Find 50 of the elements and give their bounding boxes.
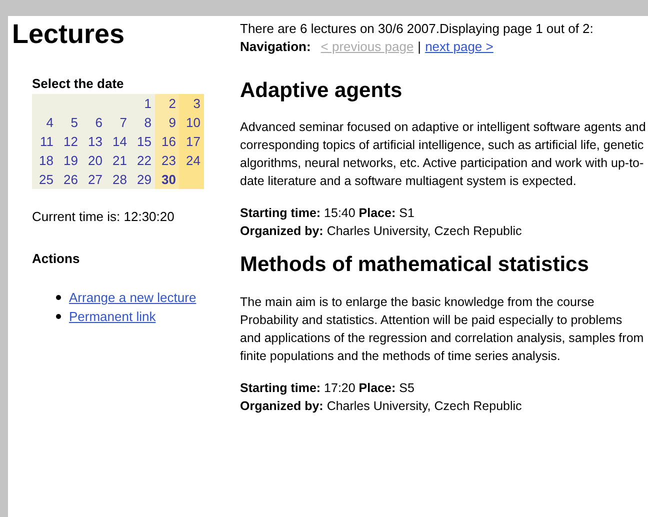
calendar-title: Select the date [32,74,125,93]
calendar-day[interactable]: 11 [32,132,56,152]
calendar-day[interactable]: 22 [130,151,154,170]
bullet-icon [56,295,61,300]
action-link[interactable]: Arrange a new lecture [69,288,196,308]
calendar-day[interactable]: 15 [130,132,154,152]
calendar-day[interactable]: 18 [32,151,56,170]
calendar-day[interactable]: 26 [56,170,81,190]
calendar-day[interactable]: 10 [179,113,204,132]
page-title: Lectures [12,18,126,51]
calendar-day[interactable]: 3 [179,94,204,114]
lecture-title: Adaptive agents [240,78,404,104]
navigation-label: Navigation: [240,38,311,56]
calendar-day[interactable]: 20 [81,151,106,170]
lecture-title: Methods of mathematical statistics [240,252,590,278]
lecture-detail: Starting time: 15:40 Place: S1 [240,205,416,222]
calendar-day[interactable]: 23 [154,151,179,170]
lecture-detail: Starting time: 17:20 Place: S5 [240,380,416,396]
lecture-detail: Organized by: Charles University, Czech Republic [240,398,523,414]
calendar-day[interactable]: 14 [106,132,130,152]
calendar-day[interactable]: 24 [179,151,204,170]
calendar-day[interactable]: 8 [130,113,154,132]
lecture-summary: There are 6 lectures on 30/6 2007.Displaying page 1 out of 2: [240,20,594,38]
calendar-day[interactable]: 1 [130,94,154,114]
calendar-day[interactable]: 29 [130,170,154,190]
action-link[interactable]: Permanent link [69,307,156,326]
calendar-day[interactable]: 5 [56,113,81,132]
lecture-description: The main aim is to enlarge the basic knowledge from the course Probability and statistics. Attention will be paid especially to problems and applications of the regression and correlation analysis, samples from finite populations and the methods of time series analysis. [240,294,645,364]
calendar-day[interactable]: 12 [56,132,81,152]
page-link[interactable]: next page > [425,38,494,56]
calendar-day[interactable]: 27 [81,170,106,190]
calendar-day[interactable]: 13 [81,132,106,152]
calendar-day[interactable]: 21 [106,151,130,170]
calendar-day[interactable]: 4 [32,113,56,132]
lecture-detail: Organized by: Charles University, Czech Republic [240,223,523,240]
bullet-icon [56,314,61,320]
lecture-description: Advanced seminar focused on adaptive or intelligent software agents and corresponding topics of artificial intelligence, such as artificial life, genetic algorithms, neural networks, etc. Active participation and work with up-to-date literature and a software multiagent system is expected. [240,119,646,190]
calendar-day[interactable]: 19 [56,151,81,170]
calendar-day[interactable]: 2 [154,94,179,114]
calendar-day[interactable]: 7 [106,113,130,132]
calendar-day[interactable]: 28 [106,170,130,190]
calendar-day[interactable]: 16 [154,132,179,152]
actions-title: Actions [32,250,81,268]
current-time: Current time is: 12:30:20 [32,208,176,226]
calendar-day[interactable]: 6 [81,113,106,132]
calendar-day[interactable]: 17 [179,132,204,152]
calendar-day[interactable]: 30 [154,170,179,190]
separator: | [418,38,422,56]
calendar-day[interactable]: 9 [154,113,179,132]
calendar-day[interactable]: 25 [32,170,56,190]
